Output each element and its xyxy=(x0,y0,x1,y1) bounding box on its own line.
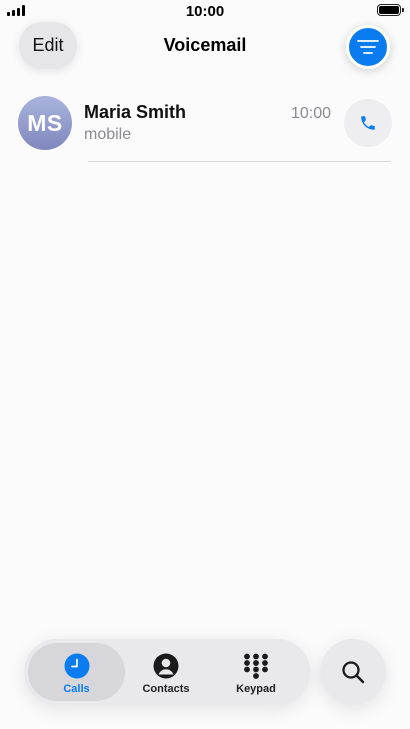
filter-button[interactable] xyxy=(346,25,390,69)
voicemail-time: 10:00 xyxy=(291,105,332,122)
search-button[interactable] xyxy=(320,639,386,705)
call-button[interactable] xyxy=(344,99,392,147)
voicemail-row[interactable]: MS Maria Smith mobile 10:00 xyxy=(0,92,410,162)
contact-name: Maria Smith xyxy=(84,102,187,122)
battery-icon xyxy=(377,4,404,16)
battery-level xyxy=(379,6,399,14)
row-divider xyxy=(88,161,391,162)
contact-label: mobile xyxy=(84,126,132,143)
tab-bar: Calls Contacts Keypad xyxy=(24,639,310,705)
avatar: MS xyxy=(18,96,72,150)
tab-contacts[interactable]: Contacts xyxy=(121,643,211,701)
search-icon xyxy=(342,661,365,684)
keypad-grid-icon xyxy=(244,653,268,679)
phone-icon xyxy=(361,116,375,130)
person-circle-icon xyxy=(153,653,179,679)
tab-keypad[interactable]: Keypad xyxy=(211,643,301,701)
filter-lines-icon xyxy=(357,40,379,54)
tab-keypad-label: Keypad xyxy=(236,683,276,695)
status-time: 10:00 xyxy=(185,3,225,20)
status-bar: 10:00 xyxy=(0,0,410,22)
clock-icon xyxy=(64,653,89,679)
tab-contacts-label: Contacts xyxy=(142,683,190,695)
tab-calls[interactable]: Calls xyxy=(28,643,125,701)
tab-calls-label: Calls xyxy=(63,683,90,695)
